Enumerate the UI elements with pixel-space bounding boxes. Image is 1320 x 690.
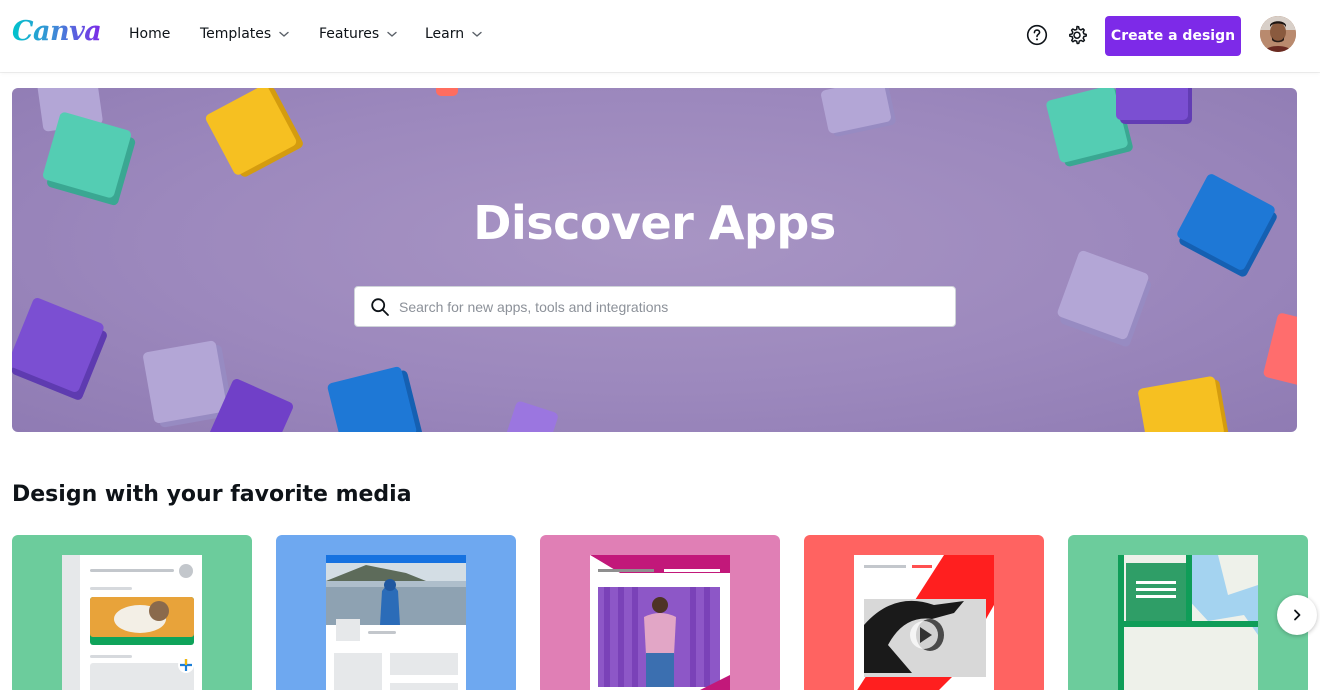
nav-features-label: Features bbox=[319, 26, 380, 42]
top-navigation-bar: Canva Home Templates Features Learn Crea… bbox=[0, 0, 1320, 72]
decorative-cube bbox=[1056, 249, 1150, 341]
settings-button[interactable] bbox=[1064, 22, 1090, 48]
video-app-illustration bbox=[854, 555, 994, 690]
media-card-map[interactable] bbox=[1068, 535, 1308, 690]
decorative-cube bbox=[504, 400, 560, 432]
search-icon bbox=[371, 297, 389, 316]
decorative-cube bbox=[12, 296, 106, 394]
image-post-illustration bbox=[326, 555, 466, 690]
app-search-bar[interactable] bbox=[354, 286, 956, 327]
decorative-cube bbox=[204, 88, 298, 177]
nav-templates[interactable]: Templates bbox=[200, 26, 291, 42]
help-icon bbox=[1026, 24, 1048, 46]
media-card-portrait[interactable] bbox=[540, 535, 780, 690]
discover-apps-banner: Discover Apps bbox=[12, 88, 1297, 432]
decorative-cube bbox=[326, 365, 418, 432]
nav-learn[interactable]: Learn bbox=[425, 26, 484, 42]
portrait-app-illustration bbox=[590, 555, 730, 690]
nav-learn-label: Learn bbox=[425, 26, 465, 42]
decorative-cube bbox=[1116, 88, 1188, 120]
chevron-down-icon bbox=[472, 31, 482, 37]
decorative-cube bbox=[820, 88, 892, 135]
decorative-cube bbox=[436, 88, 458, 96]
chevron-down-icon bbox=[387, 31, 397, 37]
carousel-next-button[interactable] bbox=[1277, 595, 1317, 635]
help-button[interactable] bbox=[1024, 22, 1050, 48]
decorative-cube bbox=[142, 340, 228, 424]
section-title: Design with your favorite media bbox=[12, 482, 412, 507]
gear-icon bbox=[1069, 25, 1087, 45]
chevron-right-icon bbox=[1294, 609, 1301, 621]
decorative-cube bbox=[1262, 312, 1297, 386]
create-design-button[interactable]: Create a design bbox=[1105, 16, 1241, 56]
page-title: Discover Apps bbox=[473, 196, 836, 250]
media-card-image[interactable] bbox=[276, 535, 516, 690]
canva-logo[interactable]: Canva bbox=[12, 16, 102, 47]
search-input[interactable] bbox=[399, 298, 939, 315]
map-app-illustration bbox=[1118, 555, 1258, 690]
user-avatar[interactable] bbox=[1260, 16, 1296, 52]
nav-home[interactable]: Home bbox=[129, 26, 170, 42]
user-photo bbox=[1260, 16, 1296, 52]
decorative-cube bbox=[1137, 375, 1225, 432]
nav-features[interactable]: Features bbox=[319, 26, 399, 42]
nav-home-label: Home bbox=[129, 26, 171, 42]
media-card-video[interactable] bbox=[804, 535, 1044, 690]
chevron-down-icon bbox=[279, 31, 289, 37]
nav-templates-label: Templates bbox=[200, 26, 272, 42]
media-card-photo[interactable] bbox=[12, 535, 252, 690]
photo-app-illustration bbox=[62, 555, 202, 690]
